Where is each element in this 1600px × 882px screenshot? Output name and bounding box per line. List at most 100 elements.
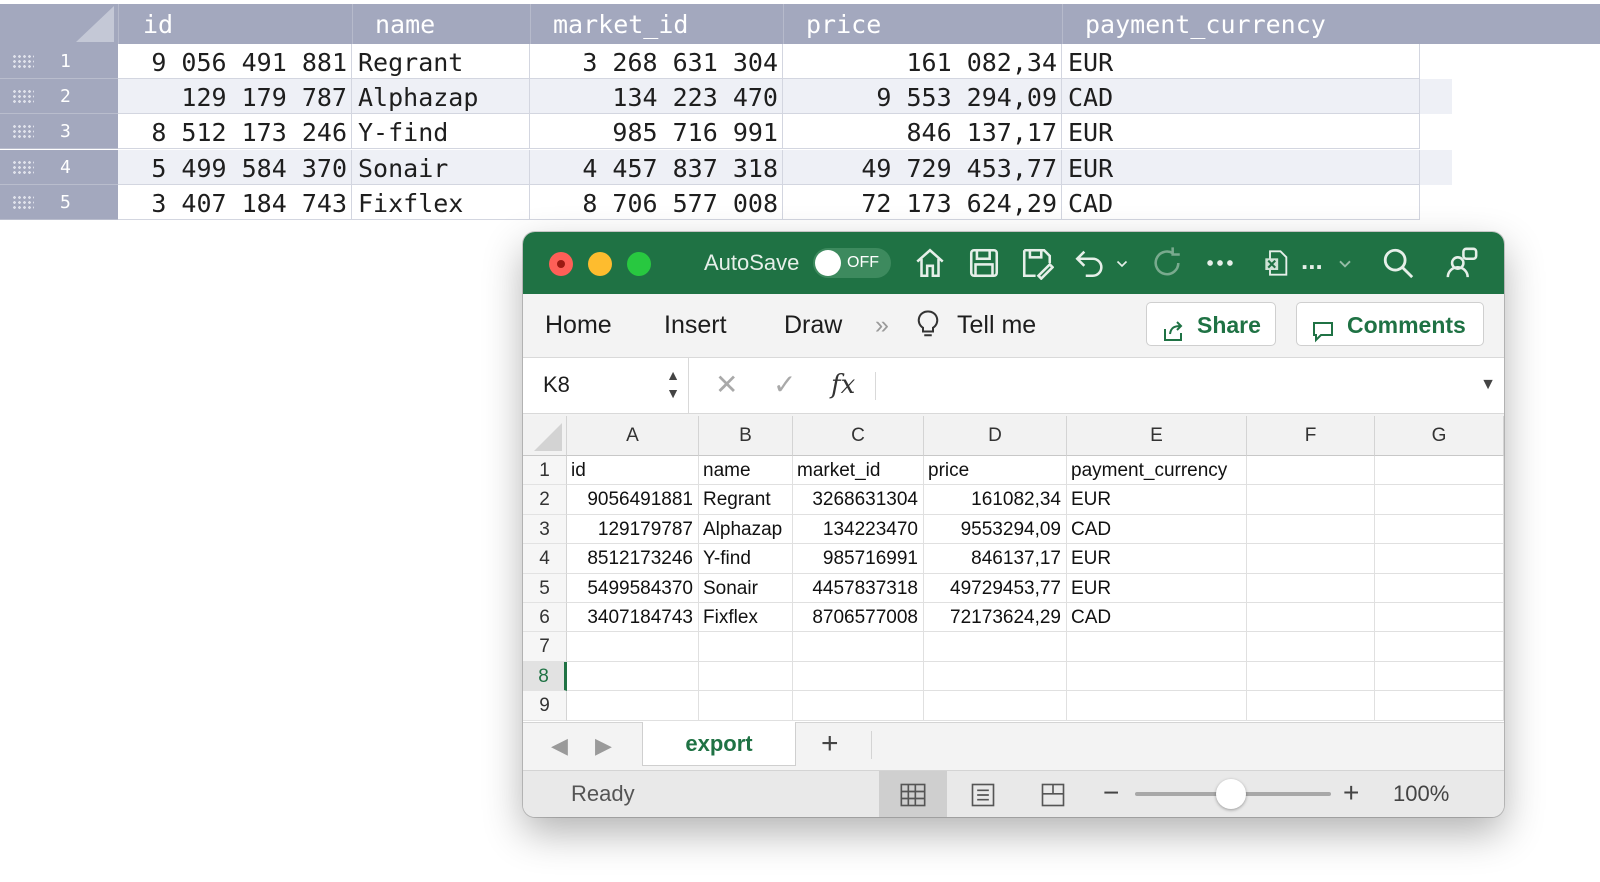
row-header[interactable]: 5 bbox=[523, 573, 567, 603]
sheet-cell[interactable] bbox=[1067, 632, 1247, 662]
sheet-cell[interactable] bbox=[1067, 661, 1247, 692]
row-header[interactable]: 7 bbox=[523, 632, 567, 662]
sheet-cell[interactable]: 9553294,09 bbox=[924, 514, 1067, 545]
grid-cell-price[interactable]: 846 137,17 bbox=[783, 114, 1062, 150]
row-header[interactable]: 3 bbox=[523, 514, 567, 545]
zoom-slider-knob[interactable] bbox=[1216, 779, 1246, 809]
sheet-cell[interactable] bbox=[567, 691, 699, 721]
sheet-cell[interactable] bbox=[1375, 456, 1504, 486]
sheet-cell[interactable] bbox=[699, 691, 793, 721]
sheet-cell[interactable]: 72173624,29 bbox=[924, 603, 1067, 633]
grid-cell-name[interactable]: Fixflex bbox=[352, 184, 530, 220]
grid-col-header-payment-currency[interactable]: payment_currency bbox=[1062, 4, 1420, 44]
col-header-b[interactable]: B bbox=[699, 416, 793, 456]
drag-handle-icon[interactable] bbox=[12, 194, 34, 209]
drag-handle-icon[interactable] bbox=[12, 124, 34, 139]
page-layout-view-button[interactable] bbox=[949, 771, 1017, 817]
sheet-cell[interactable] bbox=[1375, 661, 1504, 692]
sheet-cell[interactable]: Sonair bbox=[699, 573, 793, 603]
next-sheet-icon[interactable]: ▶ bbox=[595, 731, 612, 761]
sheet-cell[interactable]: EUR bbox=[1067, 573, 1247, 603]
sheet-cell[interactable] bbox=[1247, 456, 1375, 486]
grid-cell-name[interactable]: Y-find bbox=[352, 114, 530, 150]
add-sheet-button[interactable]: + bbox=[821, 727, 839, 761]
insert-function-icon[interactable]: fx bbox=[831, 358, 855, 412]
grid-cell-price[interactable]: 49 729 453,77 bbox=[783, 149, 1062, 185]
drag-handle-icon[interactable] bbox=[12, 54, 34, 68]
grid-cell-payment-currency[interactable]: CAD bbox=[1062, 79, 1420, 115]
sheet-cell[interactable] bbox=[567, 661, 699, 692]
grid-cell-market-id[interactable]: 134 223 470 bbox=[530, 79, 783, 115]
cancel-entry-icon[interactable]: ✕ bbox=[715, 358, 738, 412]
sheet-cell[interactable] bbox=[1247, 544, 1375, 574]
filename-dropdown-icon[interactable] bbox=[1335, 246, 1355, 280]
sheet-cell[interactable]: CAD bbox=[1067, 603, 1247, 633]
grid-cell-price[interactable]: 72 173 624,29 bbox=[783, 184, 1062, 220]
grid-cell-id[interactable]: 5 499 584 370 bbox=[118, 149, 352, 185]
sheet-cell[interactable]: 129179787 bbox=[567, 514, 699, 545]
row-header[interactable]: 1 bbox=[523, 456, 567, 486]
grid-col-header-id[interactable]: id bbox=[118, 4, 352, 44]
search-icon[interactable] bbox=[1381, 246, 1415, 280]
col-header-g[interactable]: G bbox=[1375, 416, 1504, 456]
share-button[interactable]: Share bbox=[1146, 302, 1276, 346]
ribbon-overflow-chevron-icon[interactable]: » bbox=[875, 308, 889, 342]
sheet-cell[interactable]: 846137,17 bbox=[924, 544, 1067, 574]
tab-draw[interactable]: Draw bbox=[784, 308, 842, 342]
sheet-cell[interactable] bbox=[1375, 514, 1504, 545]
sheet-cell[interactable] bbox=[793, 691, 924, 721]
filename-label[interactable]: ... bbox=[1301, 246, 1329, 280]
name-box-stepper-icon[interactable]: ▲ ▼ bbox=[666, 366, 680, 402]
grid-row[interactable]: 5 3 407 184 743 Fixflex 8 706 577 008 72 173… bbox=[0, 184, 1452, 220]
minimize-window-button[interactable] bbox=[588, 252, 612, 276]
grid-cell-market-id[interactable]: 985 716 991 bbox=[530, 114, 783, 150]
grid-col-header-name[interactable]: name bbox=[352, 4, 530, 44]
drag-handle-icon[interactable] bbox=[12, 89, 34, 104]
grid-col-header-price[interactable]: price bbox=[783, 4, 1062, 44]
sheet-cell[interactable] bbox=[699, 661, 793, 692]
sheet-cell[interactable]: Regrant bbox=[699, 485, 793, 515]
grid-cell-name[interactable]: Regrant bbox=[352, 44, 530, 79]
sheet-cell[interactable]: Fixflex bbox=[699, 603, 793, 633]
sheet-cell[interactable] bbox=[699, 632, 793, 662]
sheet-cell[interactable] bbox=[1375, 544, 1504, 574]
sheet-cell[interactable]: name bbox=[699, 456, 793, 486]
select-all-corner[interactable] bbox=[523, 416, 567, 456]
sheet-cell[interactable] bbox=[1375, 573, 1504, 603]
sheet-cell[interactable]: 3268631304 bbox=[793, 485, 924, 515]
sheet-cell[interactable]: Alphazap bbox=[699, 514, 793, 545]
sheet-cell[interactable]: EUR bbox=[1067, 485, 1247, 515]
grid-row[interactable]: 4 5 499 584 370 Sonair 4 457 837 318 49 729 … bbox=[0, 149, 1452, 185]
sheet-cell[interactable] bbox=[793, 632, 924, 662]
person-icon[interactable] bbox=[1445, 246, 1479, 280]
confirm-entry-icon[interactable]: ✓ bbox=[773, 358, 796, 412]
zoom-level[interactable]: 100% bbox=[1393, 771, 1449, 817]
name-box[interactable]: K8 ▲ ▼ bbox=[523, 358, 689, 413]
tell-me-search[interactable]: Tell me bbox=[957, 308, 1036, 342]
sheet-cell[interactable]: market_id bbox=[793, 456, 924, 486]
sheet-cell[interactable] bbox=[1247, 573, 1375, 603]
redo-icon[interactable] bbox=[1150, 246, 1184, 280]
sheet-cell[interactable]: 134223470 bbox=[793, 514, 924, 545]
close-window-button[interactable] bbox=[549, 252, 573, 276]
sheet-cell[interactable] bbox=[924, 691, 1067, 721]
grid-cell-market-id[interactable]: 3 268 631 304 bbox=[530, 44, 783, 79]
undo-icon[interactable] bbox=[1073, 246, 1107, 280]
sheet-cell[interactable] bbox=[567, 632, 699, 662]
grid-cell-price[interactable]: 161 082,34 bbox=[783, 44, 1062, 79]
excel-file-icon[interactable] bbox=[1263, 246, 1291, 280]
grid-cell-payment-currency[interactable]: CAD bbox=[1062, 184, 1420, 220]
row-header[interactable]: 2 bbox=[523, 485, 567, 515]
sheet-cell[interactable] bbox=[924, 661, 1067, 692]
sheet-cell[interactable]: 8706577008 bbox=[793, 603, 924, 633]
sheet-cell[interactable]: 4457837318 bbox=[793, 573, 924, 603]
grid-select-all[interactable] bbox=[0, 4, 118, 44]
col-header-e[interactable]: E bbox=[1067, 416, 1247, 456]
zoom-in-button[interactable]: + bbox=[1343, 771, 1359, 815]
home-icon[interactable] bbox=[913, 246, 947, 280]
grid-row-number[interactable]: 3 bbox=[0, 114, 118, 150]
sheet-cell[interactable] bbox=[1375, 485, 1504, 515]
sheet-cell[interactable] bbox=[1375, 603, 1504, 633]
undo-dropdown-icon[interactable] bbox=[1113, 246, 1131, 280]
grid-row-number[interactable]: 4 bbox=[0, 149, 118, 185]
